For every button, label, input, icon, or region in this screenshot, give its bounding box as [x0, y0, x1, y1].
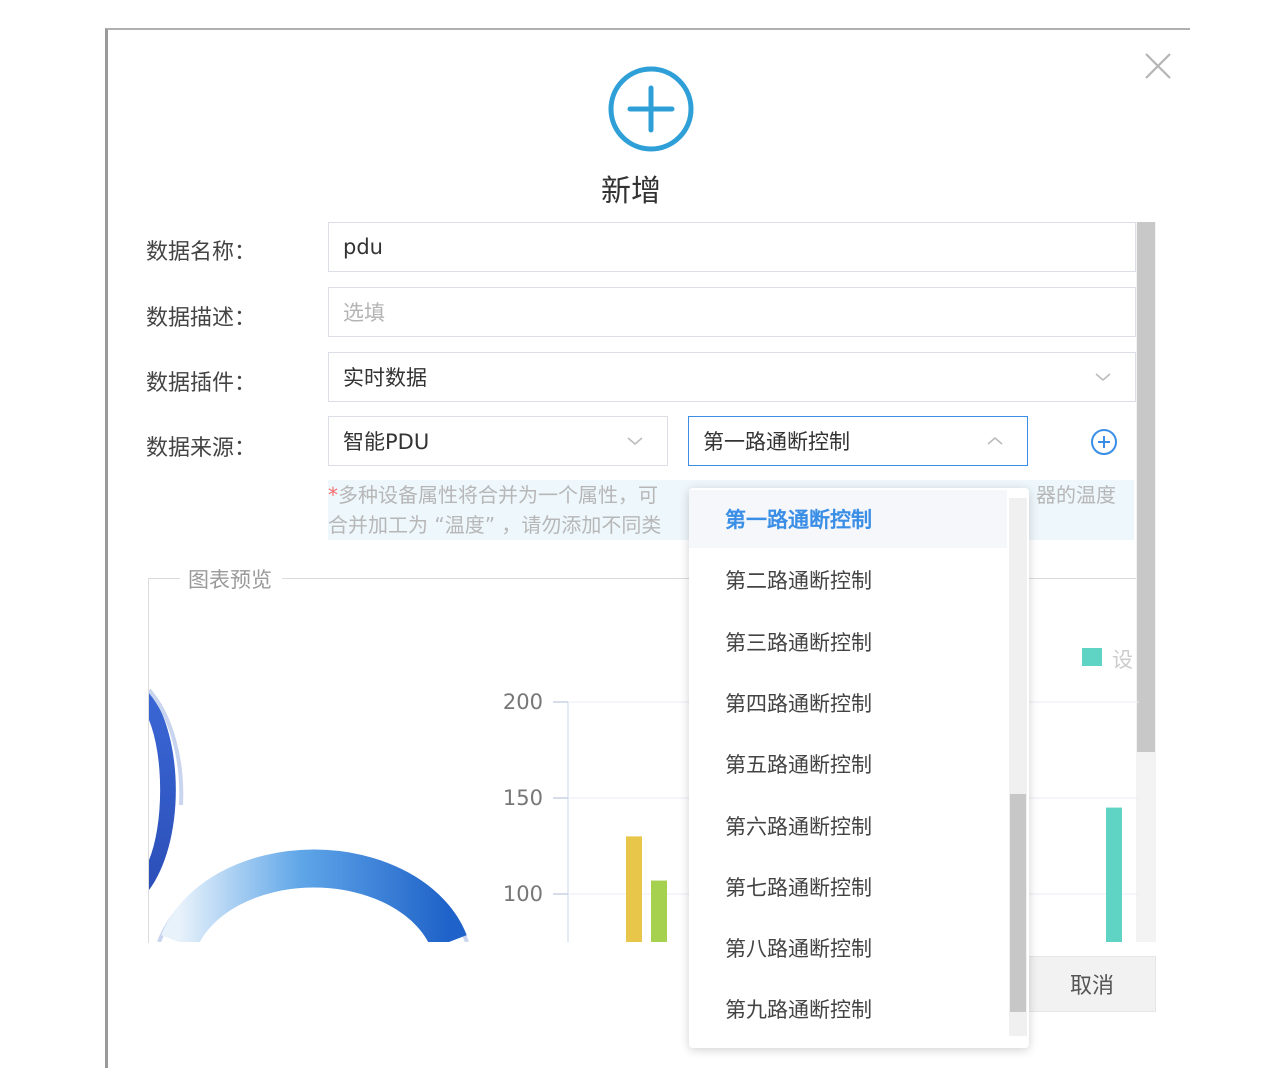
y-tick-label: 150 — [503, 786, 543, 810]
plugin-select-value: 实时数据 — [343, 366, 427, 390]
bar — [1106, 807, 1122, 942]
add-source-icon[interactable] — [1088, 426, 1120, 458]
legend-swatch — [1082, 648, 1102, 666]
attribute-select[interactable]: 第一路通断控制 — [688, 416, 1028, 466]
dropdown-option[interactable]: 第五路通断控制 — [689, 735, 1007, 793]
dialog-title: 新增 — [601, 174, 661, 209]
donut-bottom-segment — [161, 849, 467, 942]
dropdown-option[interactable]: 第四路通断控制 — [689, 674, 1007, 732]
device-select[interactable]: 智能PDU — [328, 416, 668, 466]
dropdown-option[interactable]: 第七路通断控制 — [689, 858, 1007, 916]
note-line1-left: 多种设备属性将合并为一个属性，可 — [338, 483, 658, 507]
name-label: 数据名称： — [146, 240, 257, 265]
plugin-select[interactable]: 实时数据 — [328, 352, 1136, 402]
preview-border-left — [148, 578, 180, 579]
y-tick-label: 100 — [503, 882, 543, 906]
y-tick-label: 200 — [503, 690, 543, 714]
dropdown-option[interactable]: 第三路通断控制 — [689, 613, 1007, 671]
close-icon[interactable] — [1140, 48, 1176, 84]
dropdown-option[interactable]: 第一路通断控制 — [689, 490, 1007, 548]
plugin-label: 数据插件： — [146, 371, 257, 396]
chevron-up-icon — [987, 436, 1003, 445]
device-select-value: 智能PDU — [343, 430, 430, 454]
bar — [626, 836, 642, 942]
dropdown-option[interactable]: 第二路通断控制 — [689, 551, 1007, 609]
dropdown-scrollbar-thumb[interactable] — [1010, 794, 1026, 1012]
note-star: * — [328, 483, 338, 507]
plus-circle-icon — [608, 66, 694, 152]
legend-text: 设 — [1112, 648, 1133, 672]
cancel-button[interactable]: 取消 — [1028, 956, 1156, 1012]
dropdown-option[interactable]: 第九路通断控制 — [689, 980, 1007, 1038]
desc-input[interactable]: 选填 — [328, 287, 1136, 337]
bar — [651, 880, 667, 942]
dropdown-option[interactable]: 第六路通断控制 — [689, 797, 1007, 855]
dropdown-option[interactable]: 第八路通断控制 — [689, 919, 1007, 977]
note-line2-left: 合并加工为 “温度” ，请勿添加不同类 — [328, 513, 662, 537]
desc-label: 数据描述： — [146, 306, 257, 331]
source-label: 数据来源： — [146, 436, 257, 461]
chevron-down-icon — [1095, 373, 1111, 382]
attribute-dropdown: 第一路通断控制 第二路通断控制 第三路通断控制 第四路通断控制 第五路通断控制 第六路通断… — [689, 488, 1029, 1048]
attribute-select-value: 第一路通断控制 — [703, 430, 850, 454]
name-input[interactable]: pdu — [328, 222, 1136, 272]
note-line1-right: 器的温度 — [1036, 483, 1116, 507]
name-input-value: pdu — [343, 235, 383, 259]
desc-placeholder: 选填 — [343, 301, 385, 325]
form-scrollbar-thumb[interactable] — [1137, 222, 1155, 752]
donut-left-segment — [149, 690, 176, 890]
chevron-down-icon — [627, 437, 643, 446]
